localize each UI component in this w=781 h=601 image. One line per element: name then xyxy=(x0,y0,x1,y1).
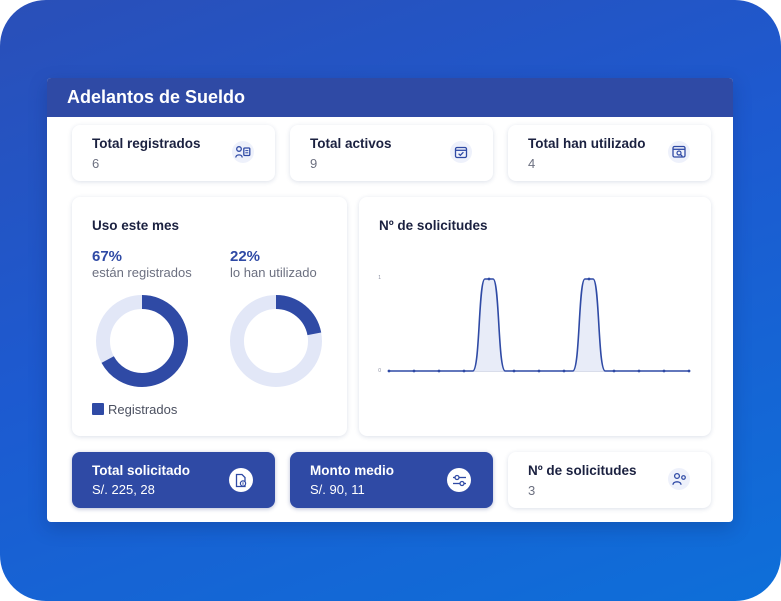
registered-percent: 67% xyxy=(92,248,123,265)
user-settings-icon[interactable] xyxy=(668,468,690,490)
series-points xyxy=(387,277,691,373)
dashboard-panel: Adelantos de Sueldo Total registrados 6 … xyxy=(47,78,733,522)
stat-value: 3 xyxy=(528,483,536,498)
stat-label: Total solicitado xyxy=(92,463,191,478)
stat-value: 4 xyxy=(528,156,536,171)
data-point xyxy=(462,369,466,373)
series-line xyxy=(389,278,689,372)
panel-title: Adelantos de Sueldo xyxy=(47,78,733,117)
data-point xyxy=(412,369,416,373)
series-area xyxy=(389,279,689,371)
file-coin-icon[interactable] xyxy=(229,468,253,492)
data-point xyxy=(487,277,491,281)
data-point xyxy=(437,369,441,373)
stat-card-total-han-utilizado[interactable]: Total han utilizado 4 xyxy=(508,125,711,181)
stat-label: Monto medio xyxy=(310,463,394,478)
data-point xyxy=(687,369,691,373)
stat-label: Total han utilizado xyxy=(528,136,646,151)
calendar-check-icon[interactable] xyxy=(450,141,472,163)
usage-title: Uso este mes xyxy=(92,218,180,233)
data-point xyxy=(662,369,666,373)
data-point xyxy=(612,369,616,373)
users-doc-icon[interactable] xyxy=(232,141,254,163)
stat-label: Total registrados xyxy=(92,136,201,151)
requests-chart-card: Nº de solicitudes 1 0 xyxy=(359,197,711,436)
y-tick-label-0: 0 xyxy=(378,368,381,374)
sliders-icon[interactable] xyxy=(447,468,471,492)
stat-value: 9 xyxy=(310,156,318,171)
data-point xyxy=(537,369,541,373)
usage-card: Uso este mes 67% están registrados 22% l… xyxy=(72,197,347,436)
legend-swatch xyxy=(92,403,104,415)
data-point xyxy=(562,369,566,373)
legend-label: Registrados xyxy=(108,402,178,417)
background: Adelantos de Sueldo Total registrados 6 … xyxy=(0,0,781,601)
stat-card-n-solicitudes[interactable]: Nº de solicitudes 3 xyxy=(508,452,711,508)
used-percent: 22% xyxy=(230,248,261,265)
stat-label: Total activos xyxy=(310,136,392,151)
stat-value: S/. 90, 11 xyxy=(310,482,365,497)
requests-area-chart: 1 0 xyxy=(378,275,691,374)
stat-card-total-registrados[interactable]: Total registrados 6 xyxy=(72,125,275,181)
registered-donut xyxy=(96,295,188,387)
data-point xyxy=(512,369,516,373)
registered-label: están registrados xyxy=(92,265,192,280)
stat-value: S/. 225, 28 xyxy=(92,482,155,497)
stat-label: Nº de solicitudes xyxy=(528,463,637,478)
used-donut xyxy=(230,295,322,387)
browser-search-icon[interactable] xyxy=(668,141,690,163)
stat-card-total-activos[interactable]: Total activos 9 xyxy=(290,125,493,181)
stat-card-total-solicitado[interactable]: Total solicitado S/. 225, 28 xyxy=(72,452,275,508)
data-point xyxy=(587,277,591,281)
y-tick-label-1: 1 xyxy=(378,275,381,281)
data-point xyxy=(637,369,641,373)
used-label: lo han utilizado xyxy=(230,265,317,280)
data-point xyxy=(387,369,391,373)
stat-card-monto-medio[interactable]: Monto medio S/. 90, 11 xyxy=(290,452,493,508)
stat-value: 6 xyxy=(92,156,100,171)
